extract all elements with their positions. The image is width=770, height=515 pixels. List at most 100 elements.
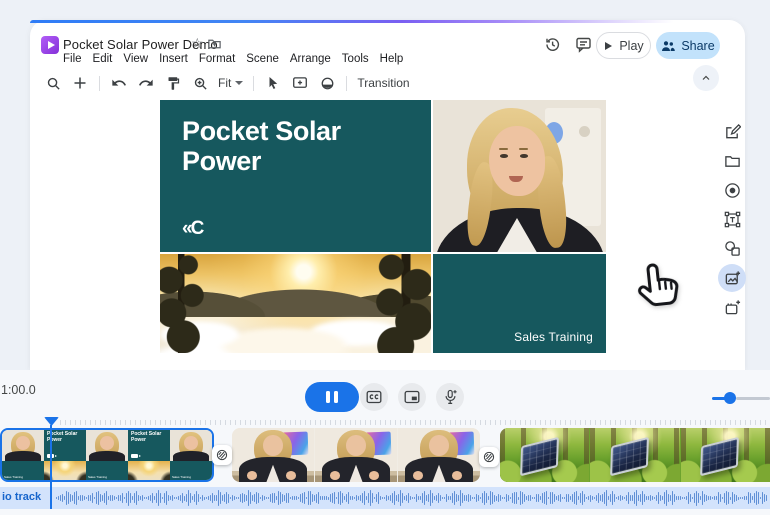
camera-icon xyxy=(131,454,138,458)
play-button[interactable]: Play xyxy=(596,32,651,59)
add-scene-icon[interactable] xyxy=(718,293,746,322)
undo-icon[interactable] xyxy=(110,74,128,92)
wall-light-shape xyxy=(579,126,590,137)
picture-in-picture-button[interactable] xyxy=(398,383,426,411)
menu-help[interactable]: Help xyxy=(380,53,404,65)
add-comment-icon[interactable] xyxy=(291,74,309,92)
comments-icon[interactable] xyxy=(575,36,592,53)
presenter-eye xyxy=(500,154,508,158)
mic-add-button[interactable] xyxy=(436,383,464,411)
add-icon[interactable] xyxy=(71,74,89,92)
play-label: Play xyxy=(619,39,643,53)
sunrise-image[interactable] xyxy=(160,254,431,353)
collapse-menus-button[interactable] xyxy=(693,65,719,91)
select-arrow-icon[interactable] xyxy=(264,74,282,92)
search-icon[interactable] xyxy=(44,74,62,92)
audio-waveform xyxy=(56,487,768,509)
transition-badge[interactable] xyxy=(212,445,232,465)
menubar: File Edit View Insert Format Scene Arran… xyxy=(63,53,403,65)
clip-thumbnail: Sales Training xyxy=(2,430,44,480)
toolbar-divider xyxy=(99,76,100,91)
slider-handle[interactable] xyxy=(724,392,736,404)
tree-silhouette xyxy=(160,254,214,353)
share-label: Share xyxy=(681,39,714,53)
move-folder-icon[interactable] xyxy=(207,36,222,51)
clip-frame xyxy=(590,428,679,482)
slide-title-panel[interactable]: Pocket Solar Power «C xyxy=(160,100,431,252)
clip-frame xyxy=(315,428,397,482)
clip-thumbnail: Pocket Solar Power xyxy=(128,430,170,480)
share-button[interactable]: Share xyxy=(656,32,720,59)
version-history-icon[interactable] xyxy=(544,36,561,53)
paint-format-icon[interactable] xyxy=(164,74,182,92)
clip-thumbnail: Sales Training xyxy=(86,430,128,480)
chevron-up-icon xyxy=(700,72,712,84)
redo-icon[interactable] xyxy=(137,74,155,92)
slide-footer-panel[interactable]: Sales Training xyxy=(433,254,606,353)
menu-insert[interactable]: Insert xyxy=(159,53,188,65)
mini-footer-text: Sales Training xyxy=(88,475,107,479)
screen: Pocket Solar Power Demo ☆ Play xyxy=(0,0,770,515)
mini-footer-text: Sales Training xyxy=(172,475,191,479)
star-icon[interactable]: ☆ xyxy=(191,35,204,52)
menu-arrange[interactable]: Arrange xyxy=(290,53,331,65)
transition-button[interactable]: Transition xyxy=(357,76,409,90)
menu-edit[interactable]: Edit xyxy=(93,53,113,65)
slide-footer-text[interactable]: Sales Training xyxy=(514,330,593,344)
text-box-icon[interactable] xyxy=(718,205,746,234)
presenter-brow xyxy=(519,148,528,150)
right-sidebar xyxy=(718,118,746,322)
time-indicator: 1:00.0 xyxy=(1,383,36,397)
presenter-face xyxy=(489,126,545,196)
toolbar-divider xyxy=(253,76,254,91)
clip-frame xyxy=(681,428,770,482)
zoom-fit-select[interactable]: Fit xyxy=(218,76,243,90)
menu-tools[interactable]: Tools xyxy=(342,53,369,65)
timeline-clip-solar[interactable] xyxy=(500,428,770,482)
add-image-icon[interactable] xyxy=(718,264,746,292)
menu-format[interactable]: Format xyxy=(199,53,235,65)
record-icon[interactable] xyxy=(718,176,746,205)
chevron-down-icon xyxy=(235,81,243,85)
clip-frame xyxy=(398,428,480,482)
captions-button[interactable] xyxy=(360,383,388,411)
transition-style-icon[interactable] xyxy=(318,74,336,92)
vids-logo[interactable] xyxy=(41,36,59,54)
presenter-video[interactable] xyxy=(433,100,606,252)
presenter-eye xyxy=(520,154,528,158)
clips-track: Sales Training Pocket Solar Power Sales … xyxy=(0,428,770,482)
timeline-clip-title-scene[interactable]: Sales Training Pocket Solar Power Sales … xyxy=(0,428,214,482)
clip-frame xyxy=(232,428,314,482)
timeline-panel: 1:00.0 Sales Training Pocket xyxy=(0,370,770,515)
clip-thumbnail: Sales Training xyxy=(170,430,212,480)
timeline-ruler xyxy=(60,420,770,425)
clip-frame xyxy=(500,428,589,482)
slider-track xyxy=(736,397,770,400)
people-icon xyxy=(661,40,675,52)
transition-badge[interactable] xyxy=(479,447,499,467)
edit-template-icon[interactable] xyxy=(718,118,746,147)
editor-window: Pocket Solar Power Demo ☆ Play xyxy=(30,20,745,370)
menu-file[interactable]: File xyxy=(63,53,82,65)
audio-track[interactable]: io track xyxy=(0,487,770,509)
folder-icon[interactable] xyxy=(718,147,746,176)
audio-track-label: io track xyxy=(2,491,41,503)
mini-caption-text: Pocket Solar Power xyxy=(131,432,165,444)
pause-icon xyxy=(326,391,330,403)
playhead-line xyxy=(50,425,52,509)
menu-view[interactable]: View xyxy=(123,53,148,65)
toolbar-divider xyxy=(346,76,347,91)
brand-logo-mark: «C xyxy=(182,218,202,240)
zoom-in-icon[interactable] xyxy=(191,74,209,92)
timeline-zoom-slider[interactable] xyxy=(710,390,770,406)
zoom-fit-label: Fit xyxy=(218,76,231,90)
shapes-icon[interactable] xyxy=(718,234,746,263)
mini-footer-text: Sales Training xyxy=(4,475,23,479)
pause-button[interactable] xyxy=(305,382,359,412)
slide-title-text[interactable]: Pocket Solar Power xyxy=(182,116,417,176)
timeline-clip-presenter[interactable] xyxy=(232,428,480,482)
menu-scene[interactable]: Scene xyxy=(246,53,279,65)
play-icon xyxy=(603,41,613,51)
mini-caption-text: Pocket Solar Power xyxy=(47,432,81,444)
pause-icon xyxy=(334,391,338,403)
